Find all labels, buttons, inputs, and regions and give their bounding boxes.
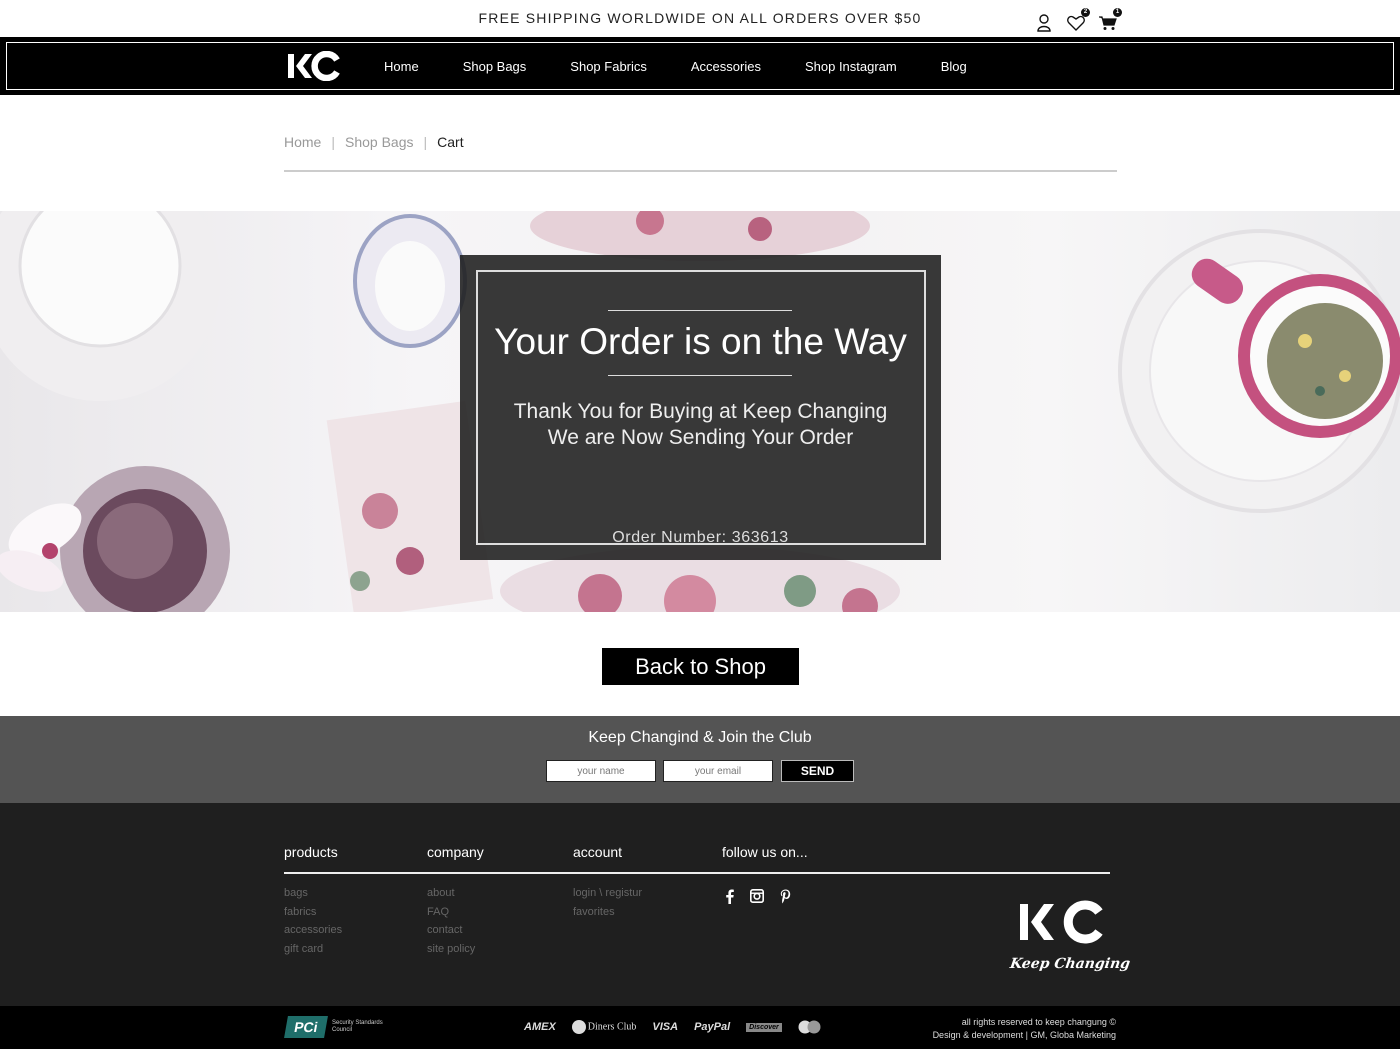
back-to-shop-button[interactable]: Back to Shop xyxy=(602,648,799,685)
footer-link-site-policy[interactable]: site policy xyxy=(427,940,484,959)
credits-line: Design & development | GM, Globa Marketi… xyxy=(932,1030,1116,1040)
panel-rule-bottom xyxy=(608,375,792,376)
nav-accessories[interactable]: Accessories xyxy=(691,59,761,74)
footer-products: products bags fabrics accessories gift c… xyxy=(284,844,342,958)
breadcrumb-divider xyxy=(284,170,1117,172)
footer-link-favorites[interactable]: favorites xyxy=(573,903,642,922)
footer: products bags fabrics accessories gift c… xyxy=(0,803,1400,1006)
footer-tagline: Keep Changing xyxy=(1008,956,1132,972)
newsletter-title: Keep Changind & Join the Club xyxy=(588,729,812,746)
breadcrumb-shop-bags[interactable]: Shop Bags xyxy=(345,134,414,150)
pci-text: Security Standards Council xyxy=(332,1020,383,1033)
visa-icon: VISA xyxy=(652,1021,679,1033)
nav-blog[interactable]: Blog xyxy=(941,59,967,74)
order-message-panel: Your Order is on the Way Thank You for B… xyxy=(460,255,941,560)
footer-link-about[interactable]: about xyxy=(427,884,484,903)
footer-products-heading: products xyxy=(284,844,338,860)
nav-links: Home Shop Bags Shop Fabrics Accessories … xyxy=(384,37,1011,95)
footer-divider xyxy=(284,872,1110,874)
bottom-bar: PCi Security Standards Council AMEX Dine… xyxy=(0,1006,1400,1049)
pci-logo: PCi xyxy=(284,1016,328,1038)
header-icons: 2 1 xyxy=(1034,8,1122,34)
footer-link-accessories[interactable]: accessories xyxy=(284,921,342,940)
breadcrumb-separator: | xyxy=(331,134,335,150)
promo-bar: FREE SHIPPING WORLDWIDE ON ALL ORDERS OV… xyxy=(0,0,1400,37)
name-input[interactable] xyxy=(546,760,656,782)
order-title: Your Order is on the Way xyxy=(494,321,907,362)
main-nav: Home Shop Bags Shop Fabrics Accessories … xyxy=(0,37,1400,95)
breadcrumb-current: Cart xyxy=(437,134,464,150)
sending-message: We are Now Sending Your Order xyxy=(547,426,854,449)
cart-icon[interactable]: 1 xyxy=(1098,8,1122,34)
copyright-line: all rights reserved to keep changung © xyxy=(961,1017,1116,1027)
nav-shop-bags[interactable]: Shop Bags xyxy=(463,59,527,74)
footer-link-login[interactable]: login \ registur xyxy=(573,884,642,903)
footer-link-faq[interactable]: FAQ xyxy=(427,903,484,922)
diners-club-label: Diners Club xyxy=(587,1021,637,1033)
instagram-icon[interactable] xyxy=(750,888,764,904)
discover-icon: Discover xyxy=(746,1022,782,1032)
order-number: Order Number: 363613 xyxy=(612,529,789,546)
nav-home[interactable]: Home xyxy=(384,59,419,74)
facebook-icon[interactable] xyxy=(722,888,736,904)
footer-account: account login \ registur favorites xyxy=(573,844,642,921)
order-confirmation-hero: Your Order is on the Way Thank You for B… xyxy=(0,211,1400,612)
pci-badge: PCi Security Standards Council xyxy=(284,1016,384,1038)
social-links xyxy=(722,888,792,904)
payment-methods: AMEX Diners Club VISA PayPal Discover xyxy=(524,1020,822,1034)
copyright: all rights reserved to keep changung © D… xyxy=(933,1016,1116,1042)
footer-company: company about FAQ contact site policy xyxy=(427,844,484,958)
footer-follow-heading: follow us on... xyxy=(722,844,808,860)
footer-link-fabrics[interactable]: fabrics xyxy=(284,903,342,922)
nav-shop-fabrics[interactable]: Shop Fabrics xyxy=(570,59,647,74)
mastercard-icon xyxy=(798,1020,822,1034)
breadcrumb-home[interactable]: Home xyxy=(284,134,321,150)
footer-company-heading: company xyxy=(427,844,484,860)
user-icon[interactable] xyxy=(1034,12,1054,34)
paypal-icon: PayPal xyxy=(694,1021,731,1033)
pinterest-icon[interactable] xyxy=(778,888,792,904)
footer-link-gift-card[interactable]: gift card xyxy=(284,940,342,959)
diners-club-icon: Diners Club xyxy=(571,1020,637,1034)
footer-account-heading: account xyxy=(573,844,623,860)
thank-you-message: Thank You for Buying at Keep Changing xyxy=(513,400,888,423)
breadcrumb: Home | Shop Bags | Cart xyxy=(284,134,464,150)
heart-icon[interactable]: 2 xyxy=(1066,8,1090,34)
breadcrumb-separator: | xyxy=(423,134,428,150)
promo-text: FREE SHIPPING WORLDWIDE ON ALL ORDERS OV… xyxy=(478,10,922,26)
nav-shop-instagram[interactable]: Shop Instagram xyxy=(805,59,897,74)
amex-icon: AMEX xyxy=(524,1021,556,1033)
cart-count-badge: 1 xyxy=(1113,8,1122,17)
footer-follow: follow us on... xyxy=(722,844,808,884)
wishlist-count-badge: 2 xyxy=(1081,8,1090,17)
send-button[interactable]: SEND xyxy=(781,760,854,782)
panel-rule-top xyxy=(608,310,792,311)
kc-logo[interactable] xyxy=(288,50,340,82)
email-input[interactable] xyxy=(663,760,773,782)
footer-kc-logo[interactable] xyxy=(1020,900,1104,949)
footer-link-contact[interactable]: contact xyxy=(427,921,484,940)
newsletter-band: Keep Changind & Join the Club SEND xyxy=(0,716,1400,803)
footer-link-bags[interactable]: bags xyxy=(284,884,342,903)
